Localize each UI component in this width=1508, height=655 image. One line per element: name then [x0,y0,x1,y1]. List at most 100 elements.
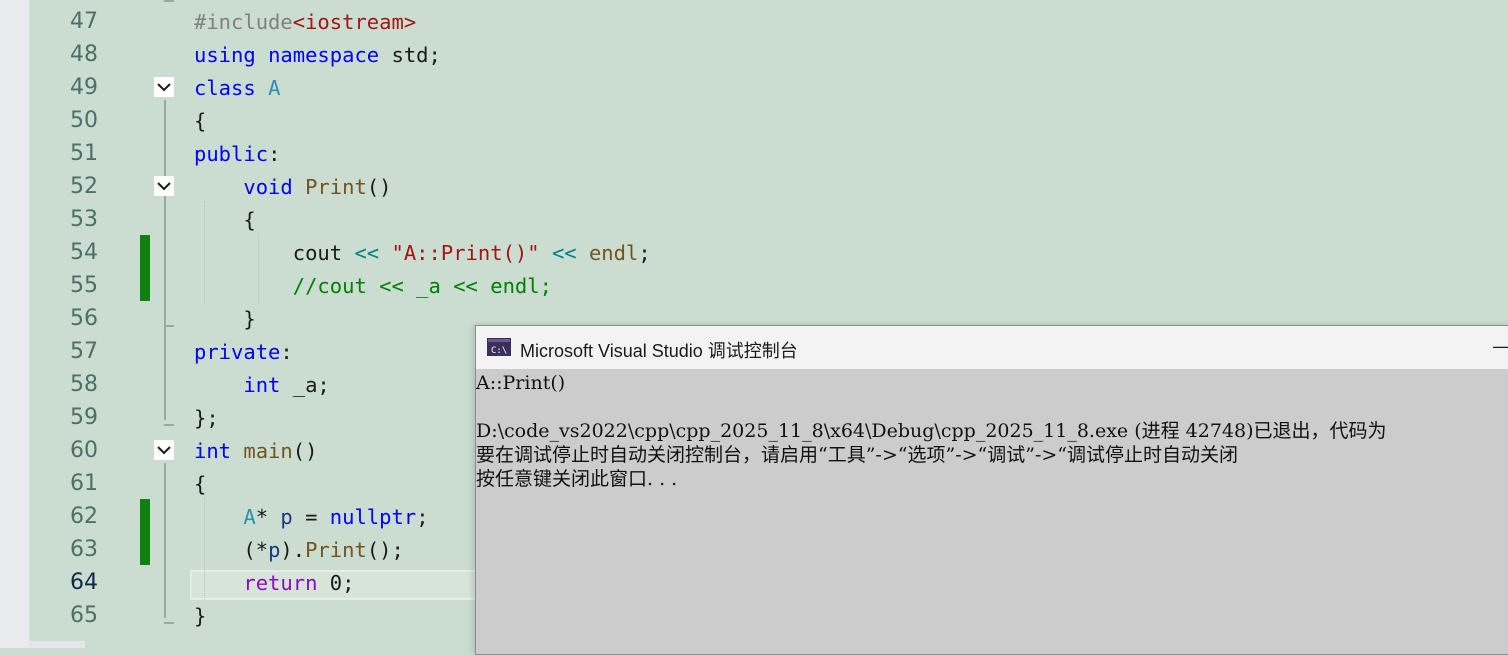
code-line[interactable]: 51 public: [0,138,1508,171]
code-token: A [268,76,281,100]
code-text: class A [194,76,280,100]
code-text: int _a; [194,373,330,397]
code-token: _a; [280,373,330,397]
code-token: : [280,340,293,364]
code-text: } [194,604,206,628]
code-token: * [255,505,281,529]
code-token: p [280,505,293,529]
code-text: using namespace std; [194,43,441,67]
code-token: A [243,505,256,529]
code-text: private: [194,340,293,364]
code-token: class [194,76,256,100]
line-number: 55 [70,273,98,298]
debug-console-window[interactable]: C:\ Microsoft Visual Studio 调试控制台 — A::P… [475,325,1508,655]
code-token: : [268,142,281,166]
code-token: } [194,604,207,628]
code-token: ). [280,538,306,562]
code-text: cout << "A::Print()" << endl; [194,241,651,265]
line-number: 51 [70,141,98,166]
code-token: << [354,241,380,265]
line-number: 65 [70,603,98,628]
code-text: void Print() [194,175,392,199]
code-text: { [194,472,206,496]
line-number: 57 [70,339,98,364]
code-line[interactable]: 54 cout << "A::Print()" << endl; [0,237,1508,270]
collapse-chevron-icon[interactable] [154,176,174,196]
code-token: int [243,373,281,397]
code-token: #include [194,10,293,34]
code-token: ; [416,505,429,529]
code-text: (*p).Print(); [194,538,404,562]
console-titlebar[interactable]: C:\ Microsoft Visual Studio 调试控制台 — [476,326,1508,369]
code-line[interactable]: 52 void Print() [0,171,1508,204]
fold-end [164,424,174,426]
collapse-chevron-icon[interactable] [154,440,174,460]
code-token: { [194,109,207,133]
code-token: () [366,175,392,199]
line-number: 52 [70,174,98,199]
console-output-line: A::Print() [476,372,566,394]
svg-text:C:\: C:\ [491,346,507,356]
code-token: (); [366,538,404,562]
code-line[interactable]: 49 class A [0,72,1508,105]
line-number: 56 [70,306,98,331]
console-title: Microsoft Visual Studio 调试控制台 [520,341,798,361]
code-token: { [194,472,207,496]
line-number: 54 [70,240,98,265]
fold-guide [164,463,166,618]
line-number: 62 [70,504,98,529]
code-token: () [292,439,318,463]
code-line[interactable]: 53 { [0,204,1508,237]
code-token: <iostream> [292,10,417,34]
code-line[interactable]: 50 { [0,105,1508,138]
line-number: 50 [70,108,98,133]
collapse-chevron-icon[interactable] [154,77,174,97]
code-token: public [194,142,269,166]
minimize-button[interactable]: — [1493,336,1508,357]
code-text: } [194,307,255,331]
code-token: ; [638,241,651,265]
code-token: return [243,571,318,595]
code-token: = [292,505,330,529]
fold-guide [164,199,166,321]
code-token: Print [305,538,367,562]
line-number: 48 [70,42,98,67]
line-number: 47 [70,9,98,34]
code-text: return 0; [194,571,354,595]
code-text: { [194,109,206,133]
code-text: //cout << _a << endl; [194,274,552,298]
indent-guide [258,234,259,303]
code-token: int [194,439,232,463]
console-app-icon: C:\ [487,338,511,356]
code-line[interactable]: 47 #include<iostream> [0,6,1508,39]
console-output-line: 按任意键关闭此窗口. . . [476,468,678,490]
code-line[interactable]: 48 using namespace std; [0,39,1508,72]
code-token: cout [194,241,355,265]
code-text: }; [194,406,219,430]
indent-guide [204,498,205,600]
code-token: 0; [317,571,355,595]
code-token: using [194,43,256,67]
code-text: int main() [194,439,317,463]
code-token: << [551,241,577,265]
line-number: 60 [70,438,98,463]
code-token: (* [194,538,269,562]
console-output-line: D:\code_vs2022\cpp\cpp_2025_11_8\x64\Deb… [476,420,1387,442]
editor-scroll-corner [29,641,85,648]
line-number: 53 [70,207,98,232]
code-token: }; [194,406,219,430]
indent-guide [204,201,205,303]
code-line[interactable]: 55 //cout << _a << endl; [0,270,1508,303]
line-number: 49 [70,75,98,100]
code-token: namespace [268,43,380,67]
